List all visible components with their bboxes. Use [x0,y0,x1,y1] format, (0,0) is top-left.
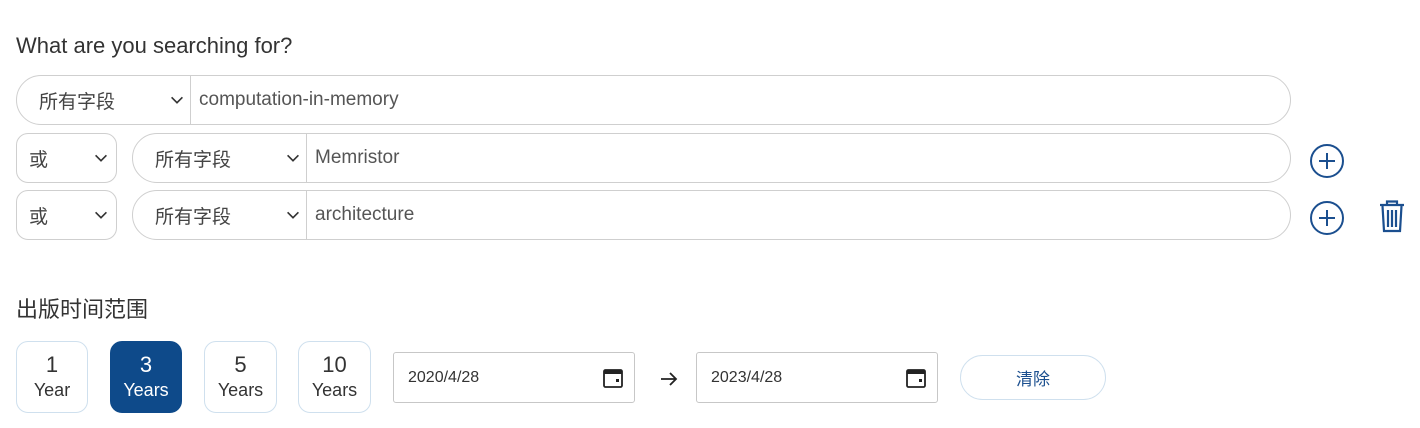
search-row-1: 所有字段 computation-in-memory [16,75,1291,125]
calendar-icon[interactable] [905,367,927,389]
end-date-input[interactable]: 2023/4/28 [696,352,938,403]
plus-circle-icon [1310,201,1344,235]
field-select-2[interactable]: 所有字段 [133,134,307,182]
chevron-down-icon [92,206,110,224]
search-heading: What are you searching for? [16,33,293,58]
start-date-input[interactable]: 2020/4/28 [393,352,635,403]
operator-select-2[interactable]: 或 [16,133,117,183]
search-term-input-3[interactable]: architecture [307,191,1290,239]
date-range-heading: 出版时间范围 [16,297,149,322]
calendar-icon[interactable] [602,367,624,389]
operator-label: 或 [29,149,49,171]
range-number: 1 [45,352,59,377]
range-number: 5 [234,352,247,377]
search-row-3: 所有字段 architecture [132,190,1291,240]
start-date-value: 2020/4/28 [408,368,480,386]
arrow-right-icon [658,368,680,390]
add-row-button-3[interactable] [1309,200,1345,236]
field-select-label: 所有字段 [155,149,232,171]
search-row-2: 所有字段 Memristor [132,133,1291,183]
range-10-years-button[interactable]: 10 Years [298,341,371,413]
range-3-years-button[interactable]: 3 Years [110,341,182,413]
search-term-input-2[interactable]: Memristor [307,134,1290,182]
range-number: 3 [139,352,153,377]
chevron-down-icon [168,91,186,109]
range-unit: Years [217,380,264,400]
end-date-value: 2023/4/28 [711,368,783,386]
range-unit: Years [311,380,358,400]
field-select-label: 所有字段 [39,91,116,113]
chevron-down-icon [284,206,302,224]
chevron-down-icon [92,149,110,167]
range-5-years-button[interactable]: 5 Years [204,341,277,413]
range-unit: Years [123,380,169,400]
field-select-1[interactable]: 所有字段 [17,76,191,124]
field-select-label: 所有字段 [155,206,232,228]
plus-circle-icon [1310,144,1344,178]
search-term-input-1[interactable]: computation-in-memory [191,76,1290,124]
operator-select-3[interactable]: 或 [16,190,117,240]
range-number: 10 [322,352,347,377]
range-unit: Year [33,380,71,400]
trash-icon [1380,200,1404,233]
field-select-3[interactable]: 所有字段 [133,191,307,239]
delete-row-button-3[interactable] [1374,198,1410,234]
clear-button[interactable]: 清除 [960,355,1106,400]
operator-label: 或 [29,206,49,228]
add-row-button-2[interactable] [1309,143,1345,179]
range-1-year-button[interactable]: 1 Year [16,341,88,413]
chevron-down-icon [284,149,302,167]
